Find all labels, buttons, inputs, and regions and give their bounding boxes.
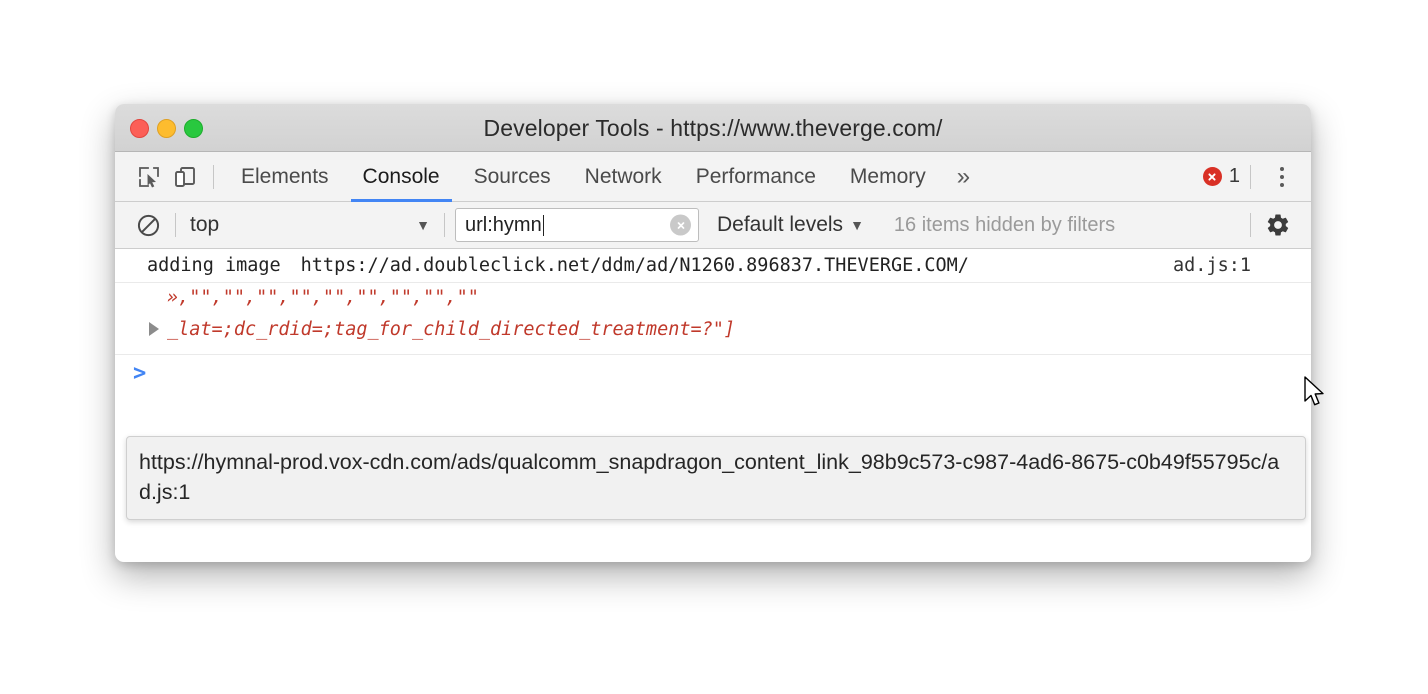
console-message-text: adding image	[147, 255, 281, 276]
console-error-line-1: »,"","","","","","","","",""	[167, 287, 479, 308]
more-tabs-icon[interactable]: »	[943, 152, 984, 202]
tab-bar-right-controls: 1	[1202, 159, 1311, 195]
prompt-chevron-icon: >	[133, 361, 147, 386]
console-error-line-2: _lat=;dc_rdid=;tag_for_child_directed_tr…	[167, 319, 736, 340]
device-toolbar-icon[interactable]	[167, 159, 203, 195]
execution-context-dropdown[interactable]: top ▼	[186, 208, 434, 242]
console-message-source-link[interactable]: ad.js:1	[1173, 255, 1251, 276]
hidden-items-message: 16 items hidden by filters	[893, 213, 1116, 236]
console-filter-toolbar: top ▼ url:hymn Default levels ▼ 16 items…	[115, 202, 1311, 249]
filter-input[interactable]: url:hymn	[455, 208, 699, 242]
tab-elements[interactable]: Elements	[224, 152, 346, 202]
error-icon	[1202, 167, 1222, 186]
title-bar: Developer Tools - https://www.theverge.c…	[115, 104, 1311, 152]
tab-performance[interactable]: Performance	[679, 152, 833, 202]
execution-context-label: top	[190, 213, 220, 236]
console-error-row[interactable]: »,"","","","","","","","","" _lat=;dc_rd…	[115, 283, 1311, 355]
log-levels-label: Default levels	[717, 213, 844, 236]
filter-bar-right-controls	[1240, 208, 1311, 242]
text-cursor	[542, 214, 545, 236]
panel-tabs: Elements Console Sources Network Perform…	[224, 152, 984, 202]
clear-console-icon[interactable]	[131, 208, 165, 242]
error-count-label: 1	[1228, 165, 1240, 187]
clear-filter-icon[interactable]	[670, 214, 691, 236]
more-options-icon[interactable]	[1267, 159, 1297, 195]
tabbar-divider-2	[1250, 164, 1251, 189]
filterbar-divider-3	[1250, 213, 1251, 237]
error-count-badge[interactable]: 1	[1202, 165, 1240, 188]
devtools-window: Developer Tools - https://www.theverge.c…	[115, 104, 1324, 562]
tab-console[interactable]: Console	[346, 152, 457, 202]
toolbar-divider	[213, 164, 214, 189]
console-message-row[interactable]: adding image https://ad.doubleclick.net/…	[115, 249, 1311, 283]
gear-icon[interactable]	[1261, 208, 1295, 242]
tab-sources[interactable]: Sources	[457, 152, 568, 202]
devtools-tab-bar: Elements Console Sources Network Perform…	[115, 152, 1311, 202]
filterbar-divider-1	[175, 213, 176, 237]
window-title: Developer Tools - https://www.theverge.c…	[483, 115, 943, 141]
chevron-down-icon: ▼	[416, 217, 430, 233]
filter-input-value: url:hymn	[465, 213, 542, 236]
chevron-down-icon-levels: ▼	[850, 217, 864, 233]
tab-memory[interactable]: Memory	[833, 152, 943, 202]
log-levels-dropdown[interactable]: Default levels ▼	[717, 213, 868, 237]
console-prompt-row[interactable]: >	[115, 357, 146, 391]
console-output[interactable]: adding image https://ad.doubleclick.net/…	[115, 249, 1311, 561]
url-tooltip: https://hymnal-prod.vox-cdn.com/ads/qual…	[126, 436, 1306, 520]
filterbar-divider-2	[444, 213, 445, 237]
console-message-url[interactable]: https://ad.doubleclick.net/ddm/ad/N1260.…	[301, 255, 969, 276]
tab-network[interactable]: Network	[568, 152, 679, 202]
inspect-element-icon[interactable]	[131, 159, 167, 195]
expand-triangle-icon[interactable]	[149, 322, 159, 336]
